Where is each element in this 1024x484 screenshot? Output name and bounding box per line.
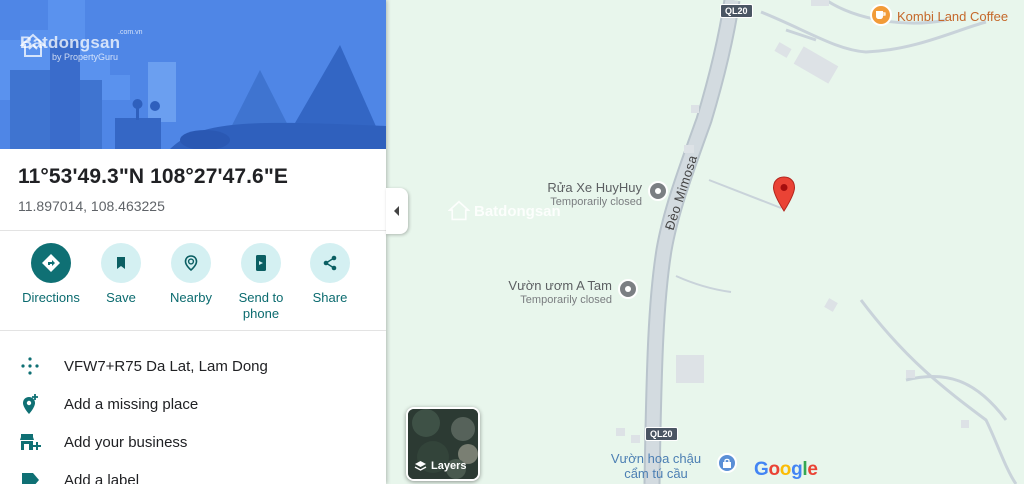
add-business-row[interactable]: Add your business: [0, 423, 386, 461]
directions-label: Directions: [22, 290, 80, 305]
place-title: 11°53'49.3"N 108°27'47.6"E: [18, 165, 289, 188]
add-business-icon: [20, 434, 41, 450]
chevron-left-icon: [394, 206, 399, 216]
send-to-phone-label: Send to phone: [238, 290, 284, 321]
label-icon: [22, 473, 39, 484]
place-panel: Batdongsan .com.vn by PropertyGuru 11°53…: [0, 0, 386, 484]
bookmark-icon: [117, 257, 125, 269]
batdongsan-logo-icon: [448, 200, 470, 221]
batdongsan-logo-icon: [20, 33, 46, 57]
share-button[interactable]: Share: [295, 243, 365, 306]
watermark-sub: by PropertyGuru: [52, 52, 119, 62]
layers-icon: [414, 461, 427, 471]
divider: [0, 230, 386, 231]
poi-label[interactable]: Rửa Xe HuyHuy Temporarily closed: [542, 180, 642, 210]
poi-name: Vườn ươm A Tam: [508, 278, 612, 293]
layers-label: Layers: [431, 460, 467, 472]
plus-code-row[interactable]: VFW7+R75 Da Lat, Lam Dong: [0, 347, 386, 385]
send-to-phone-button[interactable]: Send to phone: [226, 243, 296, 322]
add-missing-place-row[interactable]: Add a missing place: [0, 385, 386, 423]
poi-name: Rửa Xe HuyHuy: [547, 180, 642, 195]
nearby-label: Nearby: [170, 290, 212, 305]
plus-code-icon: [21, 357, 39, 375]
directions-button[interactable]: Directions: [16, 243, 86, 306]
hero-image: Batdongsan .com.vn by PropertyGuru: [0, 0, 386, 149]
poi-marker-icon[interactable]: [618, 279, 638, 299]
save-label: Save: [106, 290, 136, 305]
route-shield: QL20: [645, 427, 678, 441]
layers-button[interactable]: Layers: [406, 407, 480, 481]
divider: [0, 330, 386, 331]
watermark-domain: .com.vn: [118, 29, 143, 36]
layers-label-group: Layers: [414, 460, 466, 472]
hero-watermark: Batdongsan .com.vn by PropertyGuru: [20, 29, 143, 62]
google-logo: Google: [754, 459, 818, 480]
share-label: Share: [312, 290, 348, 305]
poi-name[interactable]: Kombi Land Coffee: [897, 9, 1008, 24]
send-to-phone-icon: [256, 255, 266, 271]
poi-status: Temporarily closed: [520, 294, 612, 306]
share-icon: [323, 255, 337, 271]
cafe-icon[interactable]: [870, 4, 892, 26]
poi-marker-icon[interactable]: [648, 181, 668, 201]
add-label-row[interactable]: Add a label: [0, 461, 386, 484]
nearby-icon: [184, 255, 198, 272]
plus-code-text: VFW7+R75 Da Lat, Lam Dong: [64, 357, 268, 375]
location-pin-icon[interactable]: [772, 176, 796, 212]
add-label-text: Add a label: [64, 471, 140, 484]
add-place-icon: [23, 394, 38, 414]
lock-icon[interactable]: [717, 453, 737, 473]
poi-label[interactable]: Vườn ươm A Tam Temporarily closed: [502, 278, 612, 308]
route-shield: QL20: [720, 4, 753, 18]
map-canvas[interactable]: Batdongsan QL20 QL20 Đèo Mimosa Rửa Xe H…: [386, 0, 1024, 484]
decimal-coordinates[interactable]: 11.897014, 108.463225: [18, 198, 165, 214]
nearby-button[interactable]: Nearby: [156, 243, 226, 306]
poi-status: Temporarily closed: [550, 196, 642, 208]
city-illustration: [0, 0, 386, 149]
add-business-text: Add your business: [64, 433, 188, 451]
save-button[interactable]: Save: [86, 243, 156, 306]
directions-icon: [42, 254, 60, 272]
add-missing-place-text: Add a missing place: [64, 395, 199, 413]
poi-name[interactable]: Vườn hoa chậu cẩm tú cầu: [600, 451, 712, 481]
map-roads: [386, 0, 1024, 484]
collapse-panel-button[interactable]: [386, 188, 408, 234]
